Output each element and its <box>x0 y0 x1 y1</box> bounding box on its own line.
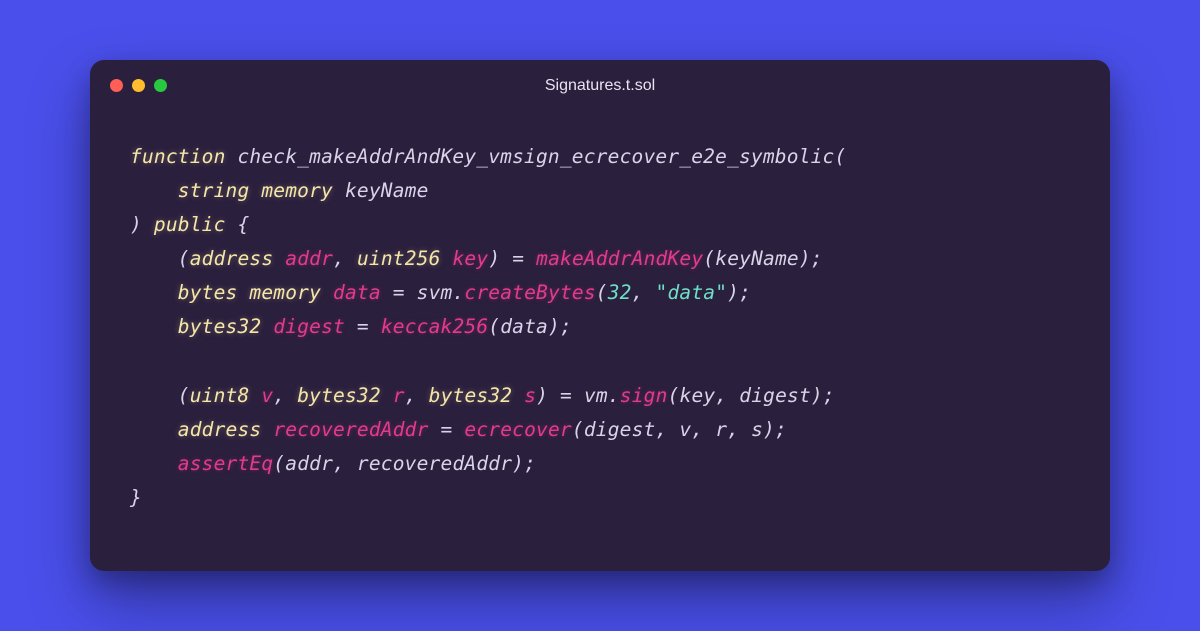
var-r: r <box>393 384 405 407</box>
close-icon[interactable] <box>110 79 123 92</box>
minimize-icon[interactable] <box>132 79 145 92</box>
punct: , <box>405 384 417 407</box>
type-bytes32: bytes32 <box>429 384 513 407</box>
punct: , <box>691 418 703 441</box>
punct: ); <box>548 315 572 338</box>
punct: ( <box>273 452 285 475</box>
code-window: Signatures.t.sol function check_makeAddr… <box>90 60 1110 571</box>
punct: , <box>333 247 345 270</box>
punct: = <box>560 384 572 407</box>
fn-sign: sign <box>620 384 668 407</box>
punct: , <box>333 452 345 475</box>
fn-createbytes: createBytes <box>464 281 595 304</box>
arg: r <box>715 418 727 441</box>
punct: ( <box>178 247 190 270</box>
type-bytes: bytes <box>178 281 238 304</box>
str-data: "data" <box>656 281 728 304</box>
punct: } <box>130 486 142 509</box>
var-s: s <box>524 384 536 407</box>
punct: ( <box>488 315 500 338</box>
punct: = <box>393 281 405 304</box>
type-uint256: uint256 <box>357 247 441 270</box>
punct: , <box>655 418 667 441</box>
code-block: function check_makeAddrAndKey_vmsign_ecr… <box>90 112 1110 571</box>
window-title: Signatures.t.sol <box>90 77 1110 95</box>
punct: , <box>273 384 285 407</box>
type-uint8: uint8 <box>190 384 250 407</box>
punct: , <box>715 384 727 407</box>
type-address: address <box>190 247 274 270</box>
arg: key <box>680 384 716 407</box>
punct: , <box>632 281 644 304</box>
punct: ( <box>703 247 715 270</box>
var-digest: digest <box>273 315 345 338</box>
punct: = <box>441 418 453 441</box>
punct: = <box>357 315 369 338</box>
fn-asserteq: assertEq <box>178 452 274 475</box>
arg: recoveredAddr <box>357 452 512 475</box>
punct: ); <box>799 247 823 270</box>
function-name: check_makeAddrAndKey_vmsign_ecrecover_e2… <box>237 145 834 168</box>
keyword-memory: memory <box>249 281 321 304</box>
punct: ( <box>668 384 680 407</box>
var-recovered: recoveredAddr <box>273 418 428 441</box>
type-address: address <box>178 418 262 441</box>
punct: ) <box>130 213 142 236</box>
punct: ( <box>178 384 190 407</box>
var-addr: addr <box>285 247 333 270</box>
keyword-memory: memory <box>261 179 333 202</box>
punct: ( <box>572 418 584 441</box>
keyword-public: public <box>154 213 226 236</box>
type-string: string <box>178 179 250 202</box>
punct: ) <box>488 247 500 270</box>
arg: addr <box>285 452 333 475</box>
fn-keccak256: keccak256 <box>381 315 488 338</box>
punct: ); <box>763 418 787 441</box>
titlebar: Signatures.t.sol <box>90 60 1110 112</box>
punct: = <box>512 247 524 270</box>
param-name: keyName <box>345 179 429 202</box>
fn-ecrecover: ecrecover <box>464 418 571 441</box>
type-bytes32: bytes32 <box>297 384 381 407</box>
punct: ( <box>596 281 608 304</box>
zoom-icon[interactable] <box>154 79 167 92</box>
punct: , <box>727 418 739 441</box>
obj-svm: svm <box>417 281 453 304</box>
arg: digest <box>739 384 811 407</box>
var-key: key <box>452 247 488 270</box>
type-bytes32: bytes32 <box>178 315 262 338</box>
arg: v <box>679 418 691 441</box>
fn-makeaddrandkey: makeAddrAndKey <box>536 247 703 270</box>
var-data: data <box>333 281 381 304</box>
arg: digest <box>584 418 656 441</box>
keyword-function: function <box>130 145 226 168</box>
punct: . <box>608 384 620 407</box>
arg: keyName <box>715 247 799 270</box>
num-32: 32 <box>608 281 632 304</box>
punct: ); <box>727 281 751 304</box>
arg: s <box>751 418 763 441</box>
obj-vm: vm <box>584 384 608 407</box>
punct: { <box>238 213 250 236</box>
punct: ); <box>811 384 835 407</box>
var-v: v <box>261 384 273 407</box>
punct: ( <box>834 145 846 168</box>
traffic-lights <box>110 79 167 92</box>
arg: data <box>500 315 548 338</box>
punct: ) <box>536 384 548 407</box>
punct: . <box>452 281 464 304</box>
punct: ); <box>512 452 536 475</box>
